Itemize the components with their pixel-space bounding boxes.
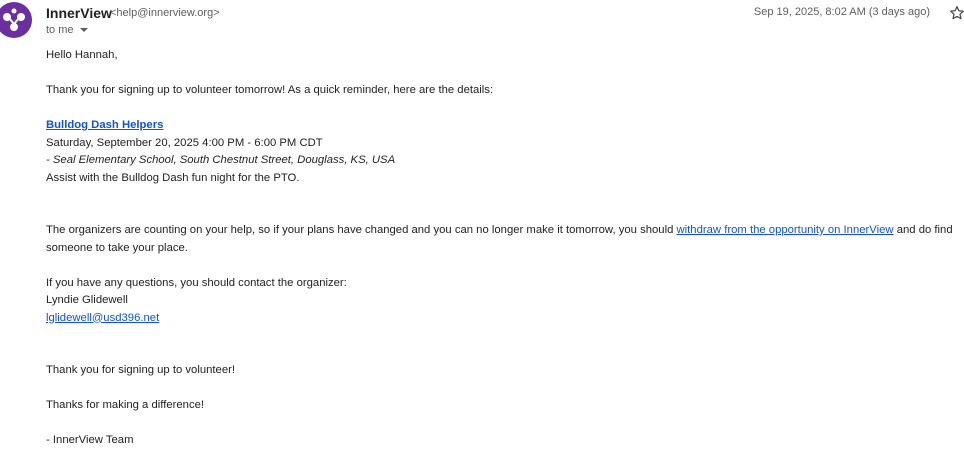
organizer-email-link[interactable]: lglidewell@usd396.net xyxy=(46,312,159,324)
organizers-text-before: The organizers are counting on your help… xyxy=(46,224,677,236)
event-location: - Seal Elementary School, South Chestnut… xyxy=(46,154,396,166)
contact-intro: If you have any questions, you should co… xyxy=(46,276,347,289)
intro-text: Thank you for signing up to volunteer to… xyxy=(46,84,494,96)
event-title-link[interactable]: Bulldog Dash Helpers xyxy=(46,119,163,131)
thanks-volunteer-text: Thank you for signing up to volunteer! xyxy=(46,364,236,376)
thanks-difference-text: Thanks for making a difference! xyxy=(46,399,205,411)
recipient-details-toggle[interactable]: to me xyxy=(46,24,88,36)
email-message: InnerView <help@innerview.org> to me Sep… xyxy=(0,0,964,457)
greeting: Hello Hannah, xyxy=(46,49,118,61)
sender-name[interactable]: InnerView xyxy=(46,5,112,21)
event-datetime: Saturday, September 20, 2025 4:00 PM - 6… xyxy=(46,136,323,149)
star-icon[interactable] xyxy=(948,4,964,22)
sender-email: <help@innerview.org> xyxy=(110,7,220,19)
recipient-label: to me xyxy=(46,24,74,36)
event-description: Assist with the Bulldog Dash fun night f… xyxy=(46,171,300,184)
chevron-down-icon xyxy=(79,28,88,33)
innerview-logo-icon xyxy=(3,8,25,31)
signature: - InnerView Team xyxy=(46,434,134,446)
sender-avatar[interactable] xyxy=(0,2,32,38)
email-body: Hello Hannah, Thank you for signing up t… xyxy=(46,47,964,450)
organizers-paragraph: The organizers are counting on your help… xyxy=(46,222,964,257)
email-timestamp: Sep 19, 2025, 8:02 AM (3 days ago) xyxy=(753,6,930,18)
organizer-name: Lyndie Glidewell xyxy=(46,294,128,306)
withdraw-link[interactable]: withdraw from the opportunity on InnerVi… xyxy=(677,224,894,236)
